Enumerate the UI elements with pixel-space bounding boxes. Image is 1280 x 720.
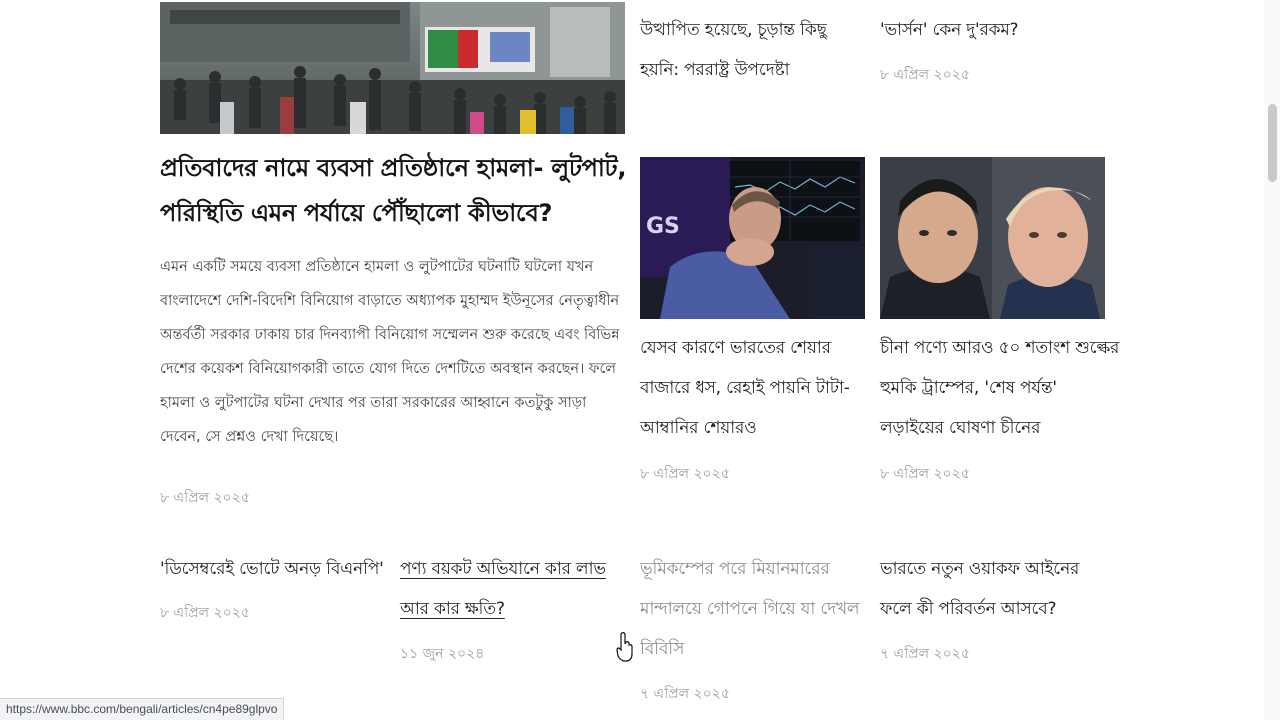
story-headline[interactable]: ভারতে নতুন ওয়াকফ আইনের ফলে কী পরিবর্তন … (880, 549, 1105, 629)
xi-trump-photo (880, 157, 1105, 319)
lead-story-image[interactable] (160, 2, 625, 134)
lead-story-summary: এমন একটি সময়ে ব্যবসা প্রতিষ্ঠানে হামলা … (160, 259, 620, 445)
story-date: ৮ এপ্রিল ২০২৫ (640, 466, 730, 482)
story-headline-link[interactable]: পণ্য বয়কট অভিযানে কার লাভ আর কার ক্ষতি? (400, 549, 625, 629)
story-headline[interactable]: ভূমিকম্পের পরে মিয়ানমারের মান্দালয়ে গো… (640, 549, 865, 669)
scrollbar-thumb[interactable] (1268, 104, 1277, 182)
top-story-date: ৮ এপ্রিল ২০২৫ (880, 67, 970, 83)
story-date: ১১ জুন ২০২৪ (400, 646, 485, 662)
story-headline[interactable]: যেসব কারণে ভারতের শেয়ার বাজারে ধস, রেহা… (640, 328, 865, 448)
status-bar-url: https://www.bbc.com/bengali/articles/cn4… (0, 698, 285, 720)
story-date: ৭ এপ্রিল ২০২৫ (880, 646, 970, 662)
vertical-scrollbar[interactable] (1264, 0, 1280, 720)
hand-cursor-icon (616, 632, 634, 666)
story-date: ৮ এপ্রিল ২০২৫ (880, 466, 970, 482)
top-story-headline[interactable]: 'ভার্সন' কেন দু'রকম? (880, 10, 1105, 50)
lead-story-date: ৮ এপ্রিল ২০২৫ (160, 490, 250, 506)
crowd-protest-photo (160, 2, 625, 134)
lead-story-headline[interactable]: প্রতিবাদের নামে ব্যবসা প্রতিষ্ঠানে হামলা… (160, 146, 630, 236)
top-story-headline[interactable]: উত্থাপিত হয়েছে, চূড়ান্ত কিছু হয়নি: পর… (640, 10, 865, 90)
story-headline[interactable]: চীনা পণ্যে আরও ৫০ শতাংশ শুল্কের হুমকি ট্… (880, 328, 1120, 448)
story-headline[interactable]: 'ডিসেম্বরেই ভোটে অনড় বিএনপি' (160, 549, 385, 589)
story-image[interactable]: GS (640, 157, 865, 319)
story-date: ৮ এপ্রিল ২০২৫ (160, 605, 250, 621)
stock-trader-photo: GS (640, 157, 865, 319)
story-date: ৭ এপ্রিল ২০২৫ (640, 686, 730, 702)
svg-text:GS: GS (646, 214, 680, 239)
story-image[interactable] (880, 157, 1105, 319)
